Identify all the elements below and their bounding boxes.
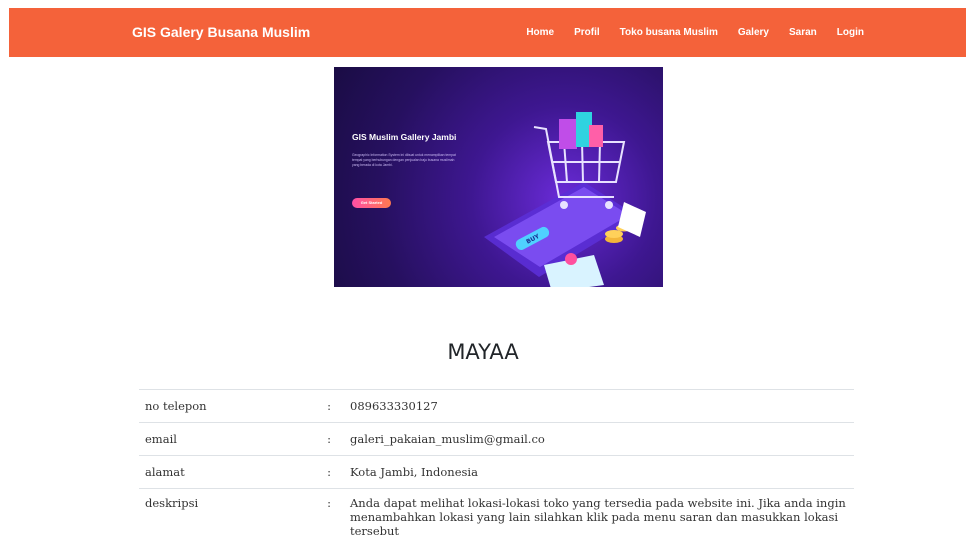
nav-galery[interactable]: Galery — [738, 27, 769, 38]
detail-label: deskripsi — [139, 489, 314, 547]
table-row: deskripsi : Anda dapat melihat lokasi-lo… — [139, 489, 854, 547]
detail-separator: : — [314, 423, 344, 456]
detail-value-phone: 089633330127 — [344, 390, 854, 423]
details-table: no telepon : 089633330127 email : galeri… — [139, 389, 854, 547]
navbar: GIS Galery Busana Muslim Home Profil Tok… — [9, 8, 966, 57]
nav-login[interactable]: Login — [837, 27, 864, 38]
detail-label: no telepon — [139, 390, 314, 423]
banner-get-started-button: Get Started — [352, 198, 391, 208]
brand-link[interactable]: GIS Galery Busana Muslim — [132, 8, 310, 57]
detail-value-description: Anda dapat melihat lokasi-lokasi toko ya… — [344, 489, 854, 547]
nav-menu: Home Profil Toko busana Muslim Galery Sa… — [526, 8, 864, 57]
detail-label: email — [139, 423, 314, 456]
nav-home[interactable]: Home — [526, 27, 554, 38]
detail-separator: : — [314, 489, 344, 547]
detail-value-address: Kota Jambi, Indonesia — [344, 456, 854, 489]
table-row: email : galeri_pakaian_muslim@gmail.co — [139, 423, 854, 456]
nav-profil[interactable]: Profil — [574, 27, 600, 38]
detail-separator: : — [314, 390, 344, 423]
table-row: alamat : Kota Jambi, Indonesia — [139, 456, 854, 489]
banner-title: GIS Muslim Gallery Jambi — [352, 132, 456, 142]
detail-separator: : — [314, 456, 344, 489]
banner-text: Geographic Information System ini dibuat… — [352, 153, 462, 168]
hero-banner-image: GIS Muslim Gallery Jambi Geographic Info… — [334, 67, 663, 287]
detail-value-email: galeri_pakaian_muslim@gmail.co — [344, 423, 854, 456]
shopping-cart-illustration: BUY — [464, 87, 654, 287]
nav-saran[interactable]: Saran — [789, 27, 817, 38]
table-row: no telepon : 089633330127 — [139, 390, 854, 423]
nav-toko[interactable]: Toko busana Muslim — [620, 27, 718, 38]
page-title: MAYAA — [0, 340, 966, 364]
detail-label: alamat — [139, 456, 314, 489]
